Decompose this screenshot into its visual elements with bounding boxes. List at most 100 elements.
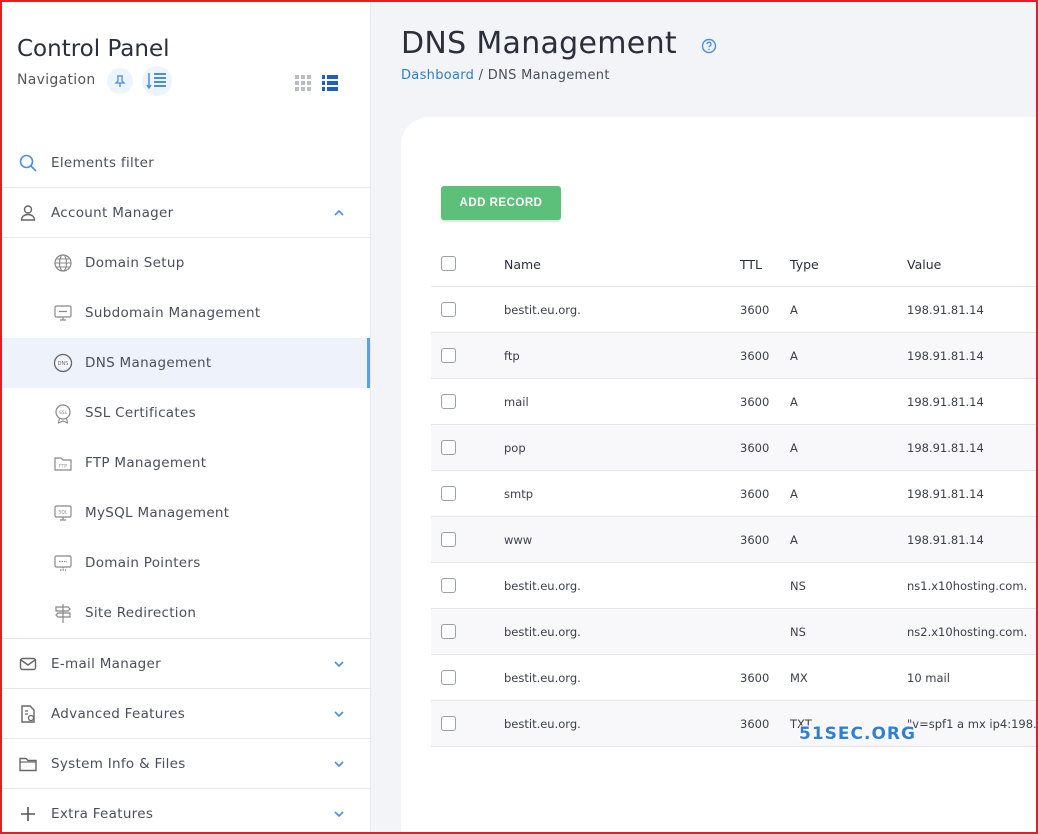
record-name: bestit.eu.org.	[504, 579, 581, 593]
record-value: 198.91.81.14	[907, 487, 984, 501]
subdomain-management-label: Subdomain Management	[85, 305, 261, 321]
record-type: A	[790, 487, 798, 501]
sidebar-item-dns-management[interactable]: DNS DNS Management	[2, 338, 370, 388]
record-name: bestit.eu.org.	[504, 717, 581, 731]
ftp-management-label: FTP Management	[85, 455, 207, 471]
chevron-down-icon	[334, 661, 344, 668]
svg-text:FTP: FTP	[59, 464, 67, 470]
row-checkbox[interactable]	[441, 670, 456, 685]
sidebar-item-email-manager[interactable]: E-mail Manager	[2, 639, 370, 689]
elements-filter-label: Elements filter	[51, 154, 155, 171]
table-row[interactable]: bestit.eu.org. 3600 TXT "v=spf1 a mx ip4…	[431, 701, 1038, 747]
sidebar-menu: Elements filter Account Manager Domain S…	[2, 138, 370, 832]
pin-button[interactable]	[107, 68, 133, 94]
record-ttl: 3600	[740, 303, 770, 317]
record-ttl: 3600	[740, 441, 770, 455]
column-header-value[interactable]: Value	[907, 257, 941, 272]
list-order-button[interactable]	[142, 66, 172, 96]
list-view-button[interactable]	[321, 74, 339, 96]
email-manager-label: E-mail Manager	[51, 655, 161, 672]
sidebar-item-account-manager[interactable]: Account Manager	[2, 188, 370, 238]
ftp-folder-icon: FTP	[54, 457, 72, 471]
mysql-management-label: MySQL Management	[85, 505, 230, 521]
column-header-name[interactable]: Name	[504, 257, 541, 272]
record-name: pop	[504, 441, 526, 455]
chevron-down-icon	[334, 811, 344, 818]
row-checkbox[interactable]	[441, 440, 456, 455]
table-row[interactable]: www 3600 A 198.91.81.14	[431, 517, 1038, 563]
record-value: 198.91.81.14	[907, 349, 984, 363]
account-manager-submenu: Domain Setup Subdomain Management DNS DN…	[2, 238, 370, 639]
row-checkbox[interactable]	[441, 394, 456, 409]
sort-list-icon	[146, 73, 166, 90]
record-value: "v=spf1 a mx ip4:198.9	[907, 717, 1038, 731]
column-header-ttl[interactable]: TTL	[740, 257, 762, 272]
table-row[interactable]: bestit.eu.org. NS ns1.x10hosting.com.	[431, 563, 1038, 609]
record-ttl: 3600	[740, 395, 770, 409]
sidebar-item-ftp-management[interactable]: FTP FTP Management	[2, 438, 370, 488]
sidebar-item-advanced-features[interactable]: Advanced Features	[2, 689, 370, 739]
record-value: 198.91.81.14	[907, 441, 984, 455]
sidebar-item-site-redirection[interactable]: Site Redirection	[2, 588, 370, 638]
sidebar-item-domain-pointers[interactable]: Domain Pointers	[2, 538, 370, 588]
folder-icon	[19, 757, 37, 772]
elements-filter[interactable]: Elements filter	[2, 138, 370, 188]
table-row[interactable]: bestit.eu.org. 3600 MX 10 mail	[431, 655, 1038, 701]
record-name: bestit.eu.org.	[504, 625, 581, 639]
table-row[interactable]: mail 3600 A 198.91.81.14	[431, 379, 1038, 425]
record-name: smtp	[504, 487, 534, 501]
select-all-checkbox[interactable]	[441, 256, 456, 271]
sidebar-item-subdomain-management[interactable]: Subdomain Management	[2, 288, 370, 338]
table-row[interactable]: ftp 3600 A 198.91.81.14	[431, 333, 1038, 379]
signpost-icon	[55, 604, 71, 623]
record-name: bestit.eu.org.	[504, 671, 581, 685]
grid-view-icon	[295, 75, 311, 91]
breadcrumb-dashboard-link[interactable]: Dashboard	[401, 68, 474, 83]
row-checkbox[interactable]	[441, 348, 456, 363]
sidebar-title: Control Panel	[17, 36, 170, 62]
search-icon	[19, 154, 37, 172]
record-type: A	[790, 349, 798, 363]
table-row[interactable]: smtp 3600 A 198.91.81.14	[431, 471, 1038, 517]
record-type: A	[790, 441, 798, 455]
svg-text:SQL: SQL	[59, 510, 68, 516]
table-row[interactable]: bestit.eu.org. NS ns2.x10hosting.com.	[431, 609, 1038, 655]
dns-records-table: Name TTL Type Value bestit.eu.org. 3600 …	[431, 240, 1038, 747]
column-header-type[interactable]: Type	[790, 257, 819, 272]
plus-icon	[21, 807, 35, 821]
help-icon[interactable]	[701, 38, 717, 54]
add-record-button[interactable]: ADD RECORD	[441, 186, 561, 220]
grid-view-button[interactable]	[294, 74, 312, 96]
row-checkbox[interactable]	[441, 486, 456, 501]
sidebar-item-system-info-files[interactable]: System Info & Files	[2, 739, 370, 789]
row-checkbox[interactable]	[441, 578, 456, 593]
record-ttl: 3600	[740, 533, 770, 547]
record-value: 198.91.81.14	[907, 533, 984, 547]
sidebar-item-extra-features[interactable]: Extra Features	[2, 789, 370, 832]
svg-text:DNS: DNS	[58, 361, 69, 367]
table-row[interactable]: bestit.eu.org. 3600 A 198.91.81.14	[431, 287, 1038, 333]
row-checkbox[interactable]	[441, 532, 456, 547]
sidebar-item-mysql-management[interactable]: SQL MySQL Management	[2, 488, 370, 538]
record-type: NS	[790, 625, 806, 639]
sidebar-item-ssl-certificates[interactable]: SSL SSL Certificates	[2, 388, 370, 438]
row-checkbox[interactable]	[441, 624, 456, 639]
settings-doc-icon	[21, 705, 35, 723]
user-icon	[20, 205, 36, 221]
dns-management-label: DNS Management	[85, 355, 212, 371]
sidebar-item-domain-setup[interactable]: Domain Setup	[2, 238, 370, 288]
row-checkbox[interactable]	[441, 716, 456, 731]
record-value: ns1.x10hosting.com.	[907, 579, 1028, 593]
envelope-icon	[19, 657, 37, 671]
record-value: 10 mail	[907, 671, 950, 685]
record-type: A	[790, 533, 798, 547]
record-ttl: 3600	[740, 349, 770, 363]
svg-text:SSL: SSL	[59, 410, 68, 416]
site-redirection-label: Site Redirection	[85, 605, 197, 621]
account-manager-label: Account Manager	[51, 204, 174, 221]
row-checkbox[interactable]	[441, 302, 456, 317]
table-row[interactable]: pop 3600 A 198.91.81.14	[431, 425, 1038, 471]
record-value: 198.91.81.14	[907, 395, 984, 409]
breadcrumb-separator: /	[474, 68, 488, 83]
domain-setup-label: Domain Setup	[85, 255, 185, 271]
